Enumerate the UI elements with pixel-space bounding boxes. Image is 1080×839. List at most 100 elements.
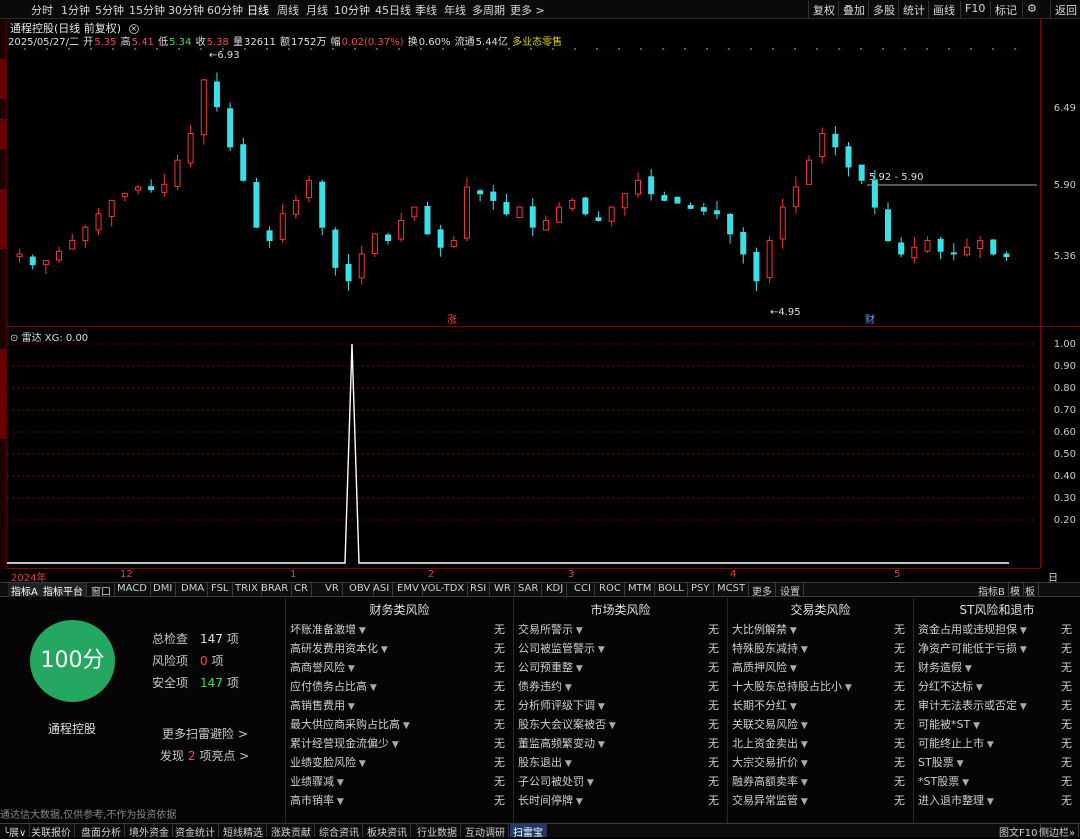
tf-monthly[interactable]: 月线 xyxy=(306,2,328,18)
left-tab[interactable] xyxy=(0,349,6,439)
candle-body[interactable] xyxy=(937,238,944,252)
candle-body[interactable] xyxy=(306,179,313,199)
risk-item[interactable]: 分红不达标 ▼ 无 xyxy=(918,678,1072,697)
candle-body[interactable] xyxy=(963,246,970,256)
risk-item[interactable]: 大宗交易折价 ▼ 无 xyxy=(732,754,905,773)
indicator-tab[interactable]: 窗口 xyxy=(88,583,115,598)
risk-item[interactable]: 累计经营现金流偏少 ▼ 无 xyxy=(290,735,505,754)
risk-item[interactable]: 关联交易风险 ▼ 无 xyxy=(732,716,905,735)
risk-item[interactable]: 分析师评级下调 ▼ 无 xyxy=(518,697,719,716)
candle-body[interactable] xyxy=(227,108,234,148)
candle-body[interactable] xyxy=(661,195,668,201)
bottom-tab[interactable]: 关联报价 xyxy=(28,824,75,839)
candle-body[interactable] xyxy=(29,256,36,266)
kline-chart[interactable]: ←6.93 ←4.95 5.92 - 5.90 涨 财 xyxy=(7,18,1040,326)
candle-body[interactable] xyxy=(253,182,260,228)
risk-item[interactable]: 高研发费用资本化 ▼ 无 xyxy=(290,640,505,659)
risk-item[interactable]: 子公司被处罚 ▼ 无 xyxy=(518,773,719,792)
candle-body[interactable] xyxy=(292,199,299,215)
candle-body[interactable] xyxy=(687,205,694,209)
dropdown-arrow-icon[interactable]: ▼ xyxy=(378,645,388,655)
zhang-tag[interactable]: 涨 xyxy=(447,314,457,326)
candle-body[interactable] xyxy=(108,199,115,217)
candle-body[interactable] xyxy=(358,253,365,279)
left-tab[interactable] xyxy=(0,59,6,99)
dropdown-arrow-icon[interactable]: ▼ xyxy=(389,740,399,750)
dropdown-arrow-icon[interactable]: ▼ xyxy=(573,664,583,674)
more-scan-link[interactable]: 更多扫雷避险 > xyxy=(162,725,248,742)
candle-body[interactable] xyxy=(82,226,89,242)
tf-year[interactable]: 年线 xyxy=(444,2,466,18)
candle-body[interactable] xyxy=(569,199,576,209)
candle-body[interactable] xyxy=(766,240,773,279)
multistock-button[interactable]: 多股 xyxy=(868,1,899,18)
indicator-tab[interactable]: MTM xyxy=(625,583,656,597)
risk-item[interactable]: 董监高频繁变动 ▼ 无 xyxy=(518,735,719,754)
tf-daily[interactable]: 日线 xyxy=(247,2,269,18)
dropdown-arrow-icon[interactable]: ▼ xyxy=(345,702,355,712)
candle-body[interactable] xyxy=(700,207,707,212)
dropdown-arrow-icon[interactable]: ▼ xyxy=(798,721,808,731)
candle-body[interactable] xyxy=(477,190,484,195)
candle-body[interactable] xyxy=(200,79,207,136)
tf-30min[interactable]: 30分钟 xyxy=(168,2,204,18)
risk-item[interactable]: 北上资金卖出 ▼ 无 xyxy=(732,735,905,754)
risk-item[interactable]: 十大股东总持股占比小 ▼ 无 xyxy=(732,678,905,697)
risk-item[interactable]: ST股票 ▼ 无 xyxy=(918,754,1072,773)
bottom-tab[interactable]: 综合资讯 xyxy=(316,824,363,839)
risk-item[interactable]: 大比例解禁 ▼ 无 xyxy=(732,621,905,640)
indicator-tab[interactable]: VR xyxy=(322,583,343,597)
indicator-tab[interactable]: CR xyxy=(291,583,312,597)
bottom-tab[interactable]: 行业数据 xyxy=(414,824,461,839)
candle-body[interactable] xyxy=(135,186,141,191)
dropdown-arrow-icon[interactable]: ▼ xyxy=(606,721,616,731)
cai-tag[interactable]: 财 xyxy=(865,313,875,326)
risk-item[interactable]: 公司被监管警示 ▼ 无 xyxy=(518,640,719,659)
dropdown-arrow-icon[interactable]: ▼ xyxy=(798,778,808,788)
bottom-tab[interactable]: 短线精选 xyxy=(220,824,267,839)
f10-button[interactable]: F10 xyxy=(960,1,989,18)
candle-body[interactable] xyxy=(674,196,681,204)
risk-item[interactable]: 资金占用或违规担保 ▼ 无 xyxy=(918,621,1072,640)
dropdown-arrow-icon[interactable]: ▼ xyxy=(367,683,377,693)
bottom-right-tab[interactable]: 侧边栏» xyxy=(1036,824,1080,839)
tf-fenshi[interactable]: 分时 xyxy=(31,2,53,18)
dropdown-arrow-icon[interactable]: ▼ xyxy=(1017,626,1027,636)
dropdown-arrow-icon[interactable]: ▼ xyxy=(962,664,972,674)
candle-body[interactable] xyxy=(148,186,155,191)
candle-body[interactable] xyxy=(727,213,734,235)
candle-body[interactable] xyxy=(213,81,220,108)
risk-item[interactable]: 可能被*ST ▼ 无 xyxy=(918,716,1072,735)
candle-body[interactable] xyxy=(463,186,470,239)
risk-item[interactable]: 长期不分红 ▼ 无 xyxy=(732,697,905,716)
indicator-tab[interactable]: ROC xyxy=(596,583,625,597)
candle-body[interactable] xyxy=(806,159,813,185)
tf-more[interactable]: 更多 > xyxy=(510,2,545,18)
candle-body[interactable] xyxy=(740,232,747,255)
risk-item[interactable]: 高市销率 ▼ 无 xyxy=(290,792,505,811)
dropdown-arrow-icon[interactable]: ▼ xyxy=(842,683,852,693)
settings-icon[interactable]: ⚙ xyxy=(1022,1,1041,18)
risk-item[interactable]: 长时间停牌 ▼ 无 xyxy=(518,792,719,811)
dropdown-arrow-icon[interactable]: ▼ xyxy=(595,702,605,712)
mark-button[interactable]: 标记 xyxy=(990,1,1021,18)
dropdown-arrow-icon[interactable]: ▼ xyxy=(984,740,994,750)
bottom-tab[interactable]: ╰展∨ xyxy=(0,824,31,839)
risk-item[interactable]: 审计无法表示或否定 ▼ 无 xyxy=(918,697,1072,716)
candle-body[interactable] xyxy=(779,206,786,240)
bottom-tab[interactable]: 涨跌贡献 xyxy=(268,824,315,839)
dropdown-arrow-icon[interactable]: ▼ xyxy=(400,721,410,731)
candle-body[interactable] xyxy=(187,132,194,164)
candle-body[interactable] xyxy=(990,239,997,255)
indicator-right-tab[interactable]: 板 xyxy=(1022,583,1039,598)
candle-body[interactable] xyxy=(911,246,918,259)
candle-body[interactable] xyxy=(845,146,852,168)
bottom-tab[interactable]: 境外资金 xyxy=(126,824,173,839)
candle-body[interactable] xyxy=(95,213,102,231)
candle-body[interactable] xyxy=(332,229,339,268)
candle-body[interactable] xyxy=(977,240,984,250)
tf-15min[interactable]: 15分钟 xyxy=(129,2,165,18)
tf-quarter[interactable]: 季线 xyxy=(415,2,437,18)
candle-body[interactable] xyxy=(424,205,431,235)
dropdown-arrow-icon[interactable]: ▼ xyxy=(356,626,366,636)
